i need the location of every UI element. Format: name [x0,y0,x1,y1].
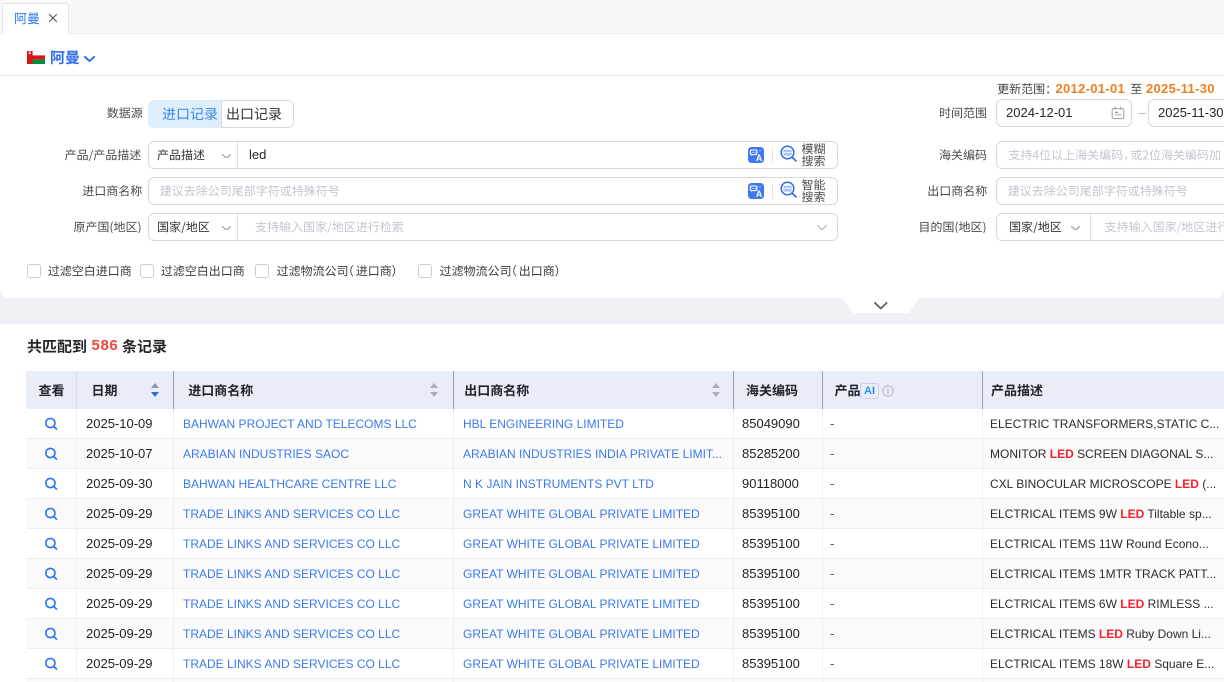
svg-text:A: A [756,153,763,163]
svg-text:A: A [756,189,763,199]
